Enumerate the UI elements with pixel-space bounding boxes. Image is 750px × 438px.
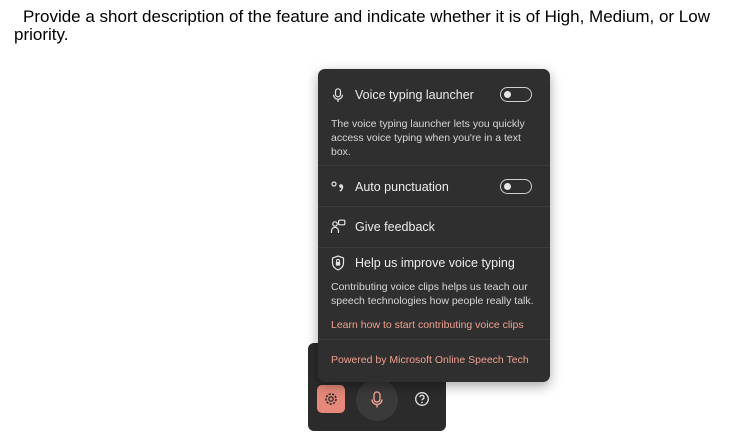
give-feedback-row[interactable]: Give feedback — [318, 207, 550, 247]
voice-typing-launcher-row: Voice typing launcher — [318, 75, 550, 115]
auto-punctuation-row: Auto punctuation — [318, 167, 550, 207]
auto-punctuation-label: Auto punctuation — [355, 180, 449, 194]
improve-voice-typing-label: Help us improve voice typing — [355, 256, 515, 270]
divider — [318, 339, 550, 340]
help-button[interactable] — [408, 385, 436, 413]
voice-typing-launcher-label: Voice typing launcher — [355, 88, 474, 102]
voice-typing-launcher-description: The voice typing launcher lets you quick… — [331, 118, 525, 158]
microphone-icon — [330, 87, 346, 103]
auto-punctuation-toggle[interactable] — [500, 179, 532, 194]
microphone-button[interactable] — [356, 379, 398, 421]
give-feedback-label: Give feedback — [355, 220, 435, 234]
contributing-voice-clips-link[interactable]: Learn how to start contributing voice cl… — [331, 318, 524, 332]
punctuation-icon — [330, 179, 346, 195]
divider — [318, 165, 550, 166]
microphone-icon — [371, 391, 383, 408]
instruction-text: Provide a short description of the featu… — [14, 7, 710, 44]
shield-icon — [330, 255, 346, 271]
help-icon — [415, 392, 429, 406]
voice-typing-settings-panel: Voice typing launcher The voice typing l… — [318, 69, 550, 382]
settings-icon — [325, 393, 337, 405]
feedback-icon — [330, 219, 346, 235]
improve-voice-typing-description: Contributing voice clips helps us teach … — [331, 281, 534, 307]
improve-voice-typing-row: Help us improve voice typing — [318, 243, 550, 283]
voice-typing-launcher-toggle[interactable] — [500, 87, 532, 102]
settings-button[interactable] — [317, 385, 345, 413]
powered-by-link[interactable]: Powered by Microsoft Online Speech Tech — [331, 353, 529, 367]
